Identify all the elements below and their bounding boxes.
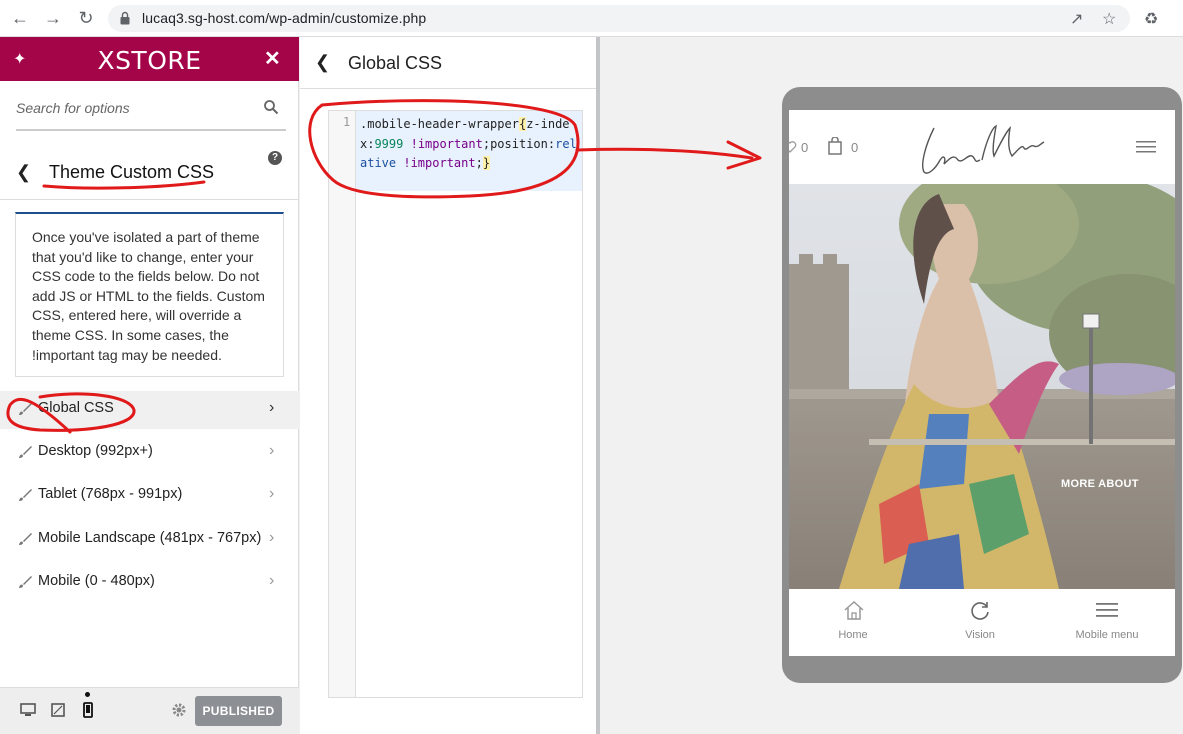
menu-item-label: Mobile Landscape (481px - 767px) xyxy=(38,530,262,546)
chevron-right-icon: › xyxy=(269,399,275,416)
shopping-bag-icon[interactable] xyxy=(828,137,842,155)
bookmark-star-icon[interactable]: ☆ xyxy=(1102,9,1116,29)
css-semicolon: ; xyxy=(482,136,491,151)
tablet-preview-icon[interactable] xyxy=(50,702,66,718)
brush-icon xyxy=(19,576,32,588)
hamburger-menu-icon[interactable] xyxy=(1136,140,1156,154)
bottom-nav-label: Mobile menu xyxy=(1075,629,1139,641)
css-editor-panel: ❮ Global CSS 1 .mobile-header-wrapper{z-… xyxy=(300,37,596,734)
home-icon xyxy=(844,600,864,620)
css-important: !important xyxy=(403,156,476,171)
line-number: 1 xyxy=(343,115,351,129)
brush-icon xyxy=(19,533,32,545)
mobile-device-frame: 0 0 MORE ABOUT Home Vision Mobile menu xyxy=(782,87,1182,683)
wishlist-count: 0 xyxy=(801,140,809,155)
css-panel-header: ❮ Global CSS xyxy=(300,37,596,89)
menu-item-mobile[interactable]: Mobile (0 - 480px) › xyxy=(0,564,299,602)
desktop-preview-icon[interactable] xyxy=(20,702,36,718)
published-button[interactable]: PUBLISHED xyxy=(195,696,282,726)
close-icon[interactable]: ✕ xyxy=(264,46,281,71)
sidebar-footer: PUBLISHED xyxy=(0,687,299,734)
css-panel-title: Global CSS xyxy=(348,53,443,73)
back-chevron-icon[interactable]: ❮ xyxy=(16,162,31,183)
menu-lines-icon xyxy=(1096,603,1118,617)
mobile-header: 0 0 xyxy=(789,110,1175,184)
brand-bar: ✦ XSTORE ✕ xyxy=(0,37,299,81)
css-selector: .mobile-header-wrapper xyxy=(360,117,519,131)
cart-count: 0 xyxy=(851,140,859,155)
signature-logo[interactable] xyxy=(914,120,1049,180)
mobile-bottom-nav: Home Vision Mobile menu xyxy=(789,589,1175,656)
help-icon[interactable]: ? xyxy=(268,151,282,165)
css-brace-close: } xyxy=(482,156,491,171)
bottom-nav-label: Vision xyxy=(965,629,995,641)
hero-image xyxy=(789,184,1175,589)
menu-item-mobile-landscape[interactable]: Mobile Landscape (481px - 767px) › xyxy=(0,521,299,559)
menu-item-tablet[interactable]: Tablet (768px - 991px) › xyxy=(0,477,299,515)
menu-item-desktop[interactable]: Desktop (992px+) › xyxy=(0,434,299,472)
css-important: !important xyxy=(410,136,483,151)
menu-item-label: Mobile (0 - 480px) xyxy=(38,573,155,589)
search-box xyxy=(16,92,286,131)
brand-logo: XSTORE xyxy=(97,46,202,75)
brush-icon xyxy=(19,446,32,458)
address-bar[interactable]: lucaq3.sg-host.com/wp-admin/customize.ph… xyxy=(108,5,1130,32)
refresh-icon xyxy=(971,602,989,620)
bottom-nav-home[interactable]: Home xyxy=(803,595,903,655)
chevron-right-icon: › xyxy=(269,485,275,502)
bottom-nav-vision[interactable]: Vision xyxy=(930,595,1030,655)
menu-item-label: Desktop (992px+) xyxy=(38,443,153,459)
css-property: position: xyxy=(490,136,556,151)
section-title: Theme Custom CSS xyxy=(49,162,215,182)
back-chevron-icon[interactable]: ❮ xyxy=(315,52,330,73)
active-device-indicator xyxy=(85,692,90,697)
lock-icon xyxy=(120,11,130,25)
more-about-link[interactable]: MORE ABOUT xyxy=(1061,478,1139,490)
forward-arrow-icon[interactable]: → xyxy=(43,8,63,28)
url-text: lucaq3.sg-host.com/wp-admin/customize.ph… xyxy=(142,10,427,26)
menu-item-label: Global CSS xyxy=(38,400,114,416)
code-editor[interactable]: 1 .mobile-header-wrapper{z-index:9999 !i… xyxy=(328,110,583,698)
preview-area: 0 0 MORE ABOUT Home Vision Mobile menu xyxy=(600,37,1183,734)
css-code[interactable]: .mobile-header-wrapper{z-index:9999 !imp… xyxy=(360,115,580,174)
browser-toolbar: ← → ↻ lucaq3.sg-host.com/wp-admin/custom… xyxy=(0,0,1183,37)
bottom-nav-label: Home xyxy=(838,629,868,641)
search-icon[interactable] xyxy=(263,99,279,115)
search-input[interactable] xyxy=(16,100,256,116)
css-semicolon: ; xyxy=(475,156,483,171)
brush-icon xyxy=(19,403,32,415)
bottom-nav-mobile-menu[interactable]: Mobile menu xyxy=(1057,595,1157,655)
heart-icon[interactable] xyxy=(789,140,797,154)
extension-icon[interactable]: ♻ xyxy=(1144,9,1158,29)
chevron-right-icon: › xyxy=(269,529,275,546)
chevron-right-icon: › xyxy=(269,442,275,459)
menu-item-global-css[interactable]: Global CSS › xyxy=(0,391,299,429)
customizer-sidebar: ✦ XSTORE ✕ ❮ Theme Custom CSS ? Once you… xyxy=(0,37,299,734)
gear-icon[interactable] xyxy=(171,702,187,718)
share-icon[interactable]: ↗ xyxy=(1070,9,1083,29)
reload-icon[interactable]: ↻ xyxy=(76,8,96,28)
active-code-line: .mobile-header-wrapper{z-index:9999 !imp… xyxy=(356,111,582,191)
brush-icon xyxy=(19,489,32,501)
mobile-preview-screen: 0 0 MORE ABOUT Home Vision Mobile menu xyxy=(789,110,1175,656)
section-description: Once you've isolated a part of theme tha… xyxy=(15,212,284,377)
back-arrow-icon[interactable]: ← xyxy=(10,8,30,28)
line-gutter: 1 xyxy=(329,111,356,697)
mobile-preview-icon[interactable] xyxy=(80,702,96,718)
section-header: ❮ Theme Custom CSS ? xyxy=(0,142,299,200)
chevron-right-icon: › xyxy=(269,572,275,589)
css-value: 9999 xyxy=(374,136,404,151)
menu-item-label: Tablet (768px - 991px) xyxy=(38,486,183,502)
